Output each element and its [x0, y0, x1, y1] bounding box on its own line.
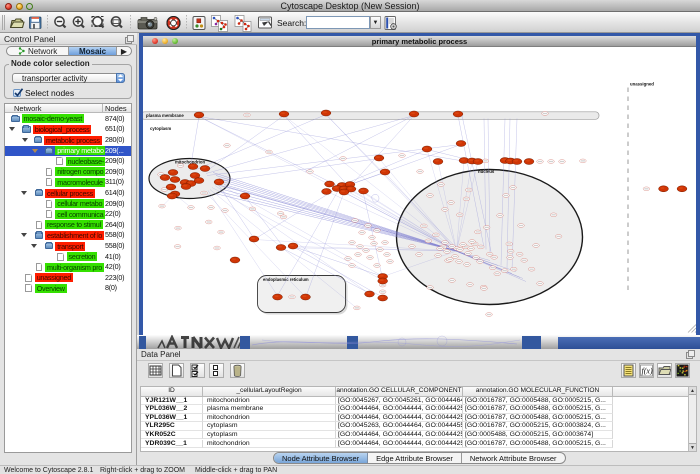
svg-text:plasma membrane: plasma membrane	[146, 113, 184, 118]
svg-text:unassigned: unassigned	[630, 82, 654, 87]
svg-text:cytoplasm: cytoplasm	[150, 126, 171, 131]
svg-text:nucleus: nucleus	[478, 169, 495, 174]
svg-text:f(x): f(x)	[641, 366, 652, 375]
